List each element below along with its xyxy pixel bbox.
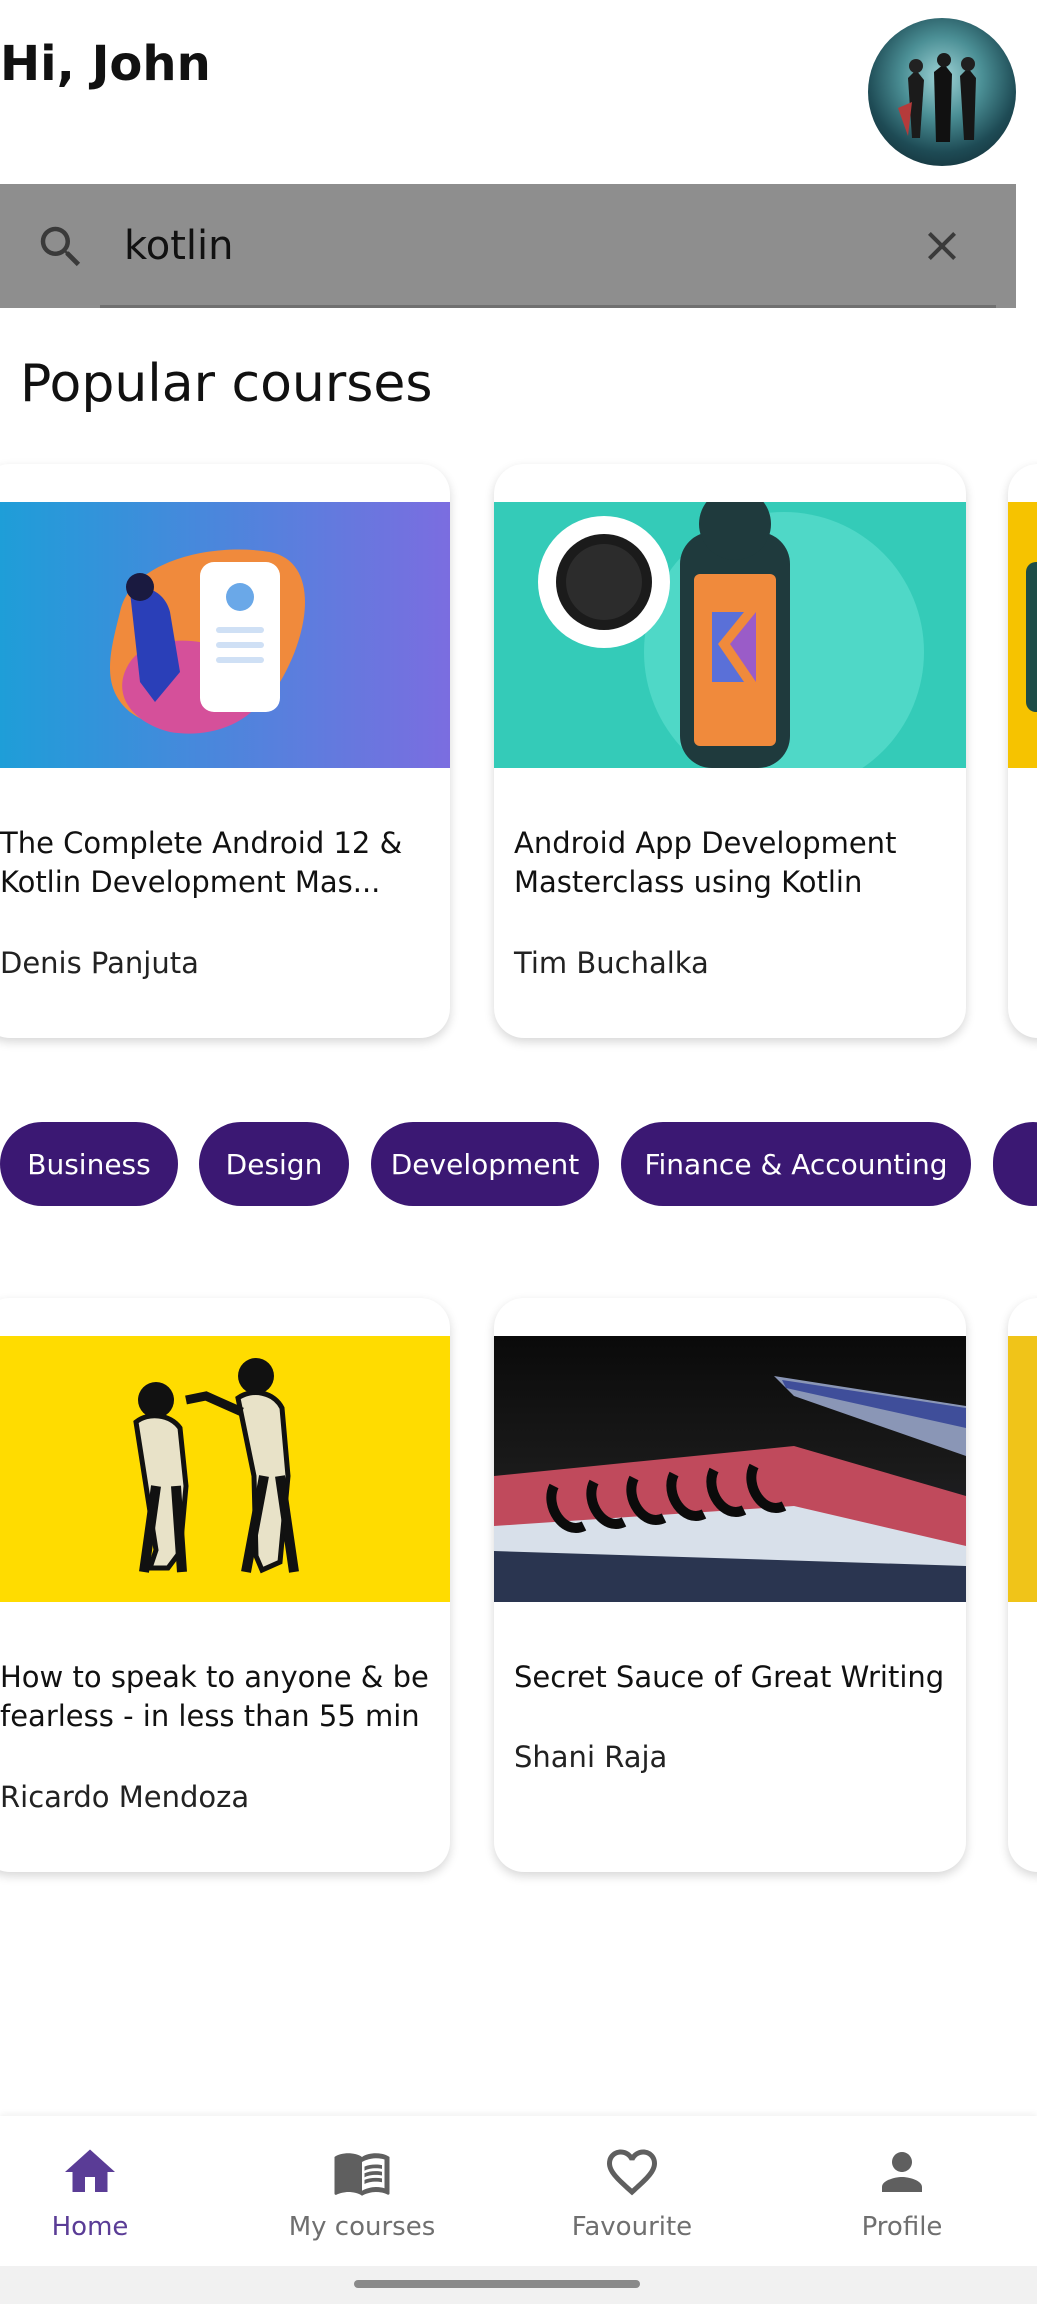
course-title: Android App Development Masterclass usin… <box>514 826 897 899</box>
category-chips: Business Design Development Finance & Ac… <box>0 1122 1037 1208</box>
course-thumbnail <box>494 1336 966 1602</box>
avatar-image <box>898 53 976 142</box>
course-author: Ricardo Mendoza <box>0 1780 250 1814</box>
search-icon <box>40 226 81 267</box>
nav-item-home[interactable]: Home <box>0 2116 220 2266</box>
nav-item-profile[interactable]: Profile <box>772 2116 1032 2266</box>
course-card[interactable]: How to speak to anyone & be fearless - i… <box>0 1298 450 1872</box>
category-chip-partial[interactable] <box>993 1122 1037 1206</box>
category-chip-business[interactable]: Business <box>0 1122 178 1206</box>
search-input[interactable] <box>124 218 864 274</box>
nav-label: Profile <box>861 2212 943 2242</box>
system-gesture-area <box>0 2266 1037 2304</box>
course-card-partial[interactable] <box>1008 464 1037 1038</box>
avatar[interactable] <box>868 18 1016 166</box>
book-icon <box>334 2153 390 2196</box>
clear-search-icon[interactable] <box>918 222 966 270</box>
person-icon <box>882 2152 922 2192</box>
course-card[interactable]: Secret Sauce of Great Writing Shani Raja <box>494 1298 966 1872</box>
course-author: Tim Buchalka <box>514 946 709 980</box>
course-card-partial[interactable] <box>1008 1298 1037 1872</box>
category-chip-design[interactable]: Design <box>199 1122 349 1206</box>
course-title: Secret Sauce of Great Writing <box>514 1660 945 1694</box>
course-title: How to speak to anyone & be fearless - i… <box>0 1660 429 1733</box>
course-title: The Complete Android 12 & Kotlin Develop… <box>0 826 403 899</box>
course-card[interactable]: Android App Development Masterclass usin… <box>494 464 966 1038</box>
heart-icon <box>607 2149 657 2196</box>
section-title: Popular courses <box>20 354 433 414</box>
bottom-navigation: Home My courses Favourite Profile <box>0 2116 1037 2266</box>
course-author: Shani Raja <box>514 1740 668 1774</box>
nav-label: My courses <box>288 2212 436 2242</box>
course-thumbnail <box>1008 1336 1037 1602</box>
nav-item-my-courses[interactable]: My courses <box>232 2116 492 2266</box>
gesture-handle[interactable] <box>354 2280 640 2288</box>
category-chip-development[interactable]: Development <box>371 1122 599 1206</box>
nav-label: Home <box>51 2212 129 2242</box>
course-thumbnail <box>494 502 966 768</box>
home-icon <box>65 2149 115 2192</box>
course-thumbnail <box>0 502 450 768</box>
nav-item-favourite[interactable]: Favourite <box>502 2116 762 2266</box>
course-thumbnail <box>1008 502 1037 768</box>
category-chip-finance-accounting[interactable]: Finance & Accounting <box>621 1122 971 1206</box>
course-author: Denis Panjuta <box>0 946 199 980</box>
course-thumbnail <box>0 1336 450 1602</box>
nav-label: Favourite <box>571 2212 693 2242</box>
search-bar <box>0 184 1016 308</box>
greeting: Hi, John <box>0 36 211 92</box>
search-underline <box>100 305 996 308</box>
course-card[interactable]: The Complete Android 12 & Kotlin Develop… <box>0 464 450 1038</box>
